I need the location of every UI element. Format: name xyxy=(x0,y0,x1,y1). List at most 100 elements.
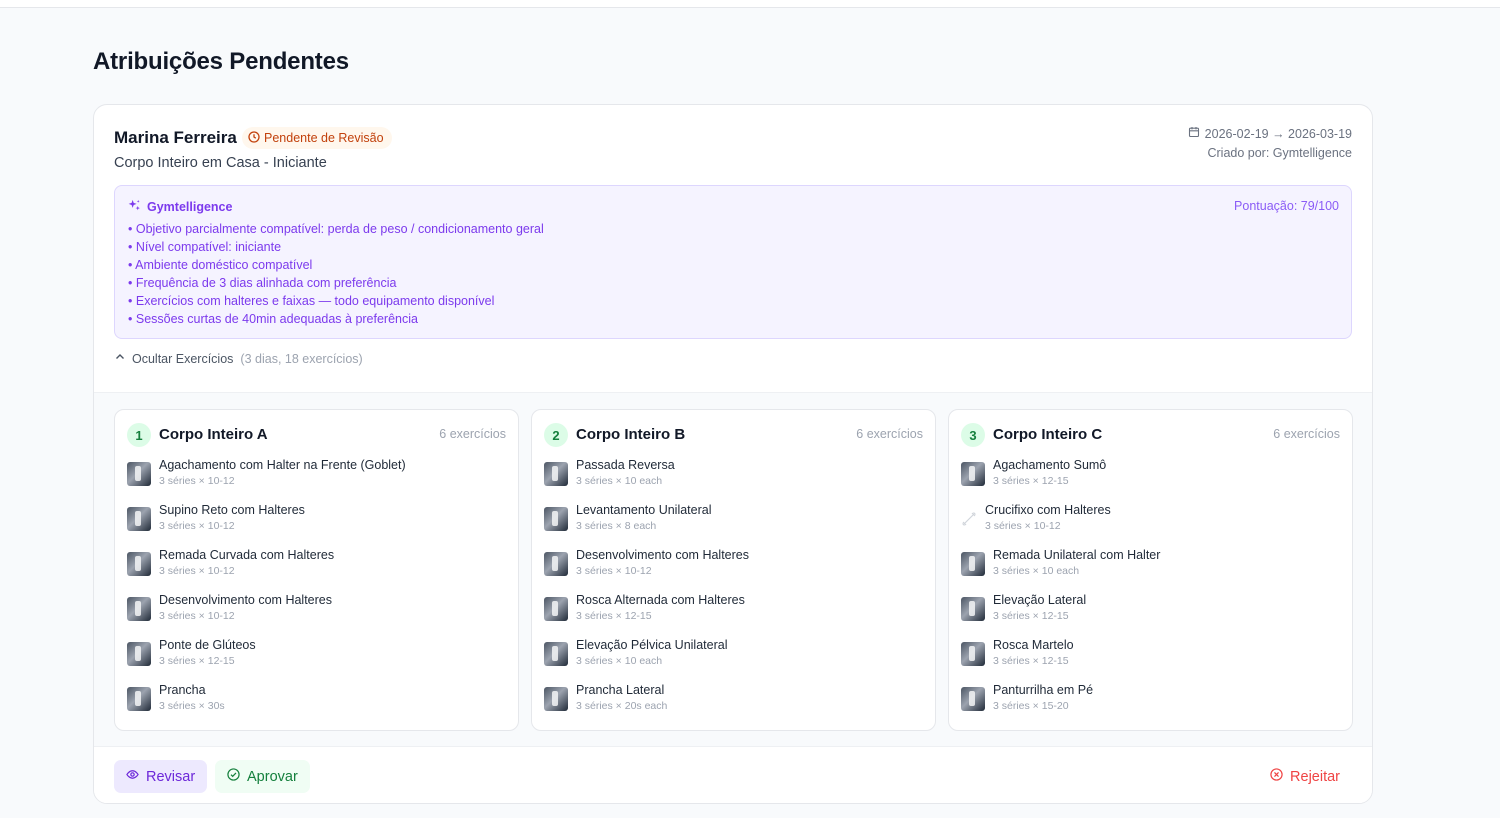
exercise-name: Remada Curvada com Halteres xyxy=(159,548,335,562)
exercise-item: Agachamento com Halter na Frente (Goblet… xyxy=(127,458,507,494)
exercise-item: Passada Reversa 3 séries × 10 each xyxy=(544,458,924,494)
exercise-name: Elevação Pélvica Unilateral xyxy=(576,638,728,652)
status-label: Pendente de Revisão xyxy=(264,131,384,145)
exercise-name: Desenvolvimento com Halteres xyxy=(159,593,332,607)
plan-name: Corpo Inteiro em Casa - Iniciante xyxy=(114,155,327,171)
exercise-thumbnail xyxy=(127,642,151,666)
exercise-name: Desenvolvimento com Halteres xyxy=(576,548,749,562)
status-badge: Pendente de Revisão xyxy=(242,127,392,149)
exercise-item: Levantamento Unilateral 3 séries × 8 each xyxy=(544,503,924,539)
check-circle-icon xyxy=(227,768,240,785)
clock-icon xyxy=(248,130,260,146)
day-card: 2 Corpo Inteiro B 6 exercícios Passada R… xyxy=(531,409,936,731)
exercise-sets: 3 séries × 12-15 xyxy=(159,655,235,667)
day-exercise-count: 6 exercícios xyxy=(856,427,923,441)
client-name: Marina Ferreira xyxy=(114,128,237,147)
exercise-name: Levantamento Unilateral xyxy=(576,503,712,517)
exercise-item: Supino Reto com Halteres 3 séries × 10-12 xyxy=(127,503,507,539)
sparkles-icon xyxy=(128,199,141,215)
approve-label: Aprovar xyxy=(247,768,298,785)
exercise-name: Supino Reto com Halteres xyxy=(159,503,305,517)
ai-header: Gymtelligence xyxy=(128,199,232,215)
exercise-thumbnail xyxy=(544,687,568,711)
exercise-name: Agachamento com Halter na Frente (Goblet… xyxy=(159,458,406,472)
exercise-thumbnail xyxy=(544,507,568,531)
exercise-sets: 3 séries × 10 each xyxy=(576,655,663,667)
exercise-name: Passada Reversa xyxy=(576,458,675,472)
exercise-item: Elevação Lateral 3 séries × 12-15 xyxy=(961,593,1341,629)
exercise-item: Remada Curvada com Halteres 3 séries × 10… xyxy=(127,548,507,584)
day-title: Corpo Inteiro C xyxy=(993,426,1103,443)
x-circle-icon xyxy=(1270,768,1283,785)
exercise-sets: 3 séries × 10-12 xyxy=(159,520,235,532)
exercise-name: Crucifixo com Halteres xyxy=(985,503,1111,517)
date-range-text: 2026-02-19 → 2026-03-19 xyxy=(1204,126,1352,141)
day-number: 3 xyxy=(961,423,985,447)
exercise-item: Prancha 3 séries × 30s xyxy=(127,683,507,719)
day-title: Corpo Inteiro B xyxy=(576,426,686,443)
exercise-name: Prancha xyxy=(159,683,206,697)
eye-icon xyxy=(126,768,139,785)
exercise-sets: 3 séries × 12-15 xyxy=(993,655,1069,667)
day-number: 1 xyxy=(127,423,151,447)
exercise-item: Desenvolvimento com Halteres 3 séries × 1… xyxy=(544,548,924,584)
ai-score: Pontuação: 79/100 xyxy=(1234,199,1339,213)
date-range: 2026-02-19 → 2026-03-19 xyxy=(1188,126,1352,141)
reject-button[interactable]: Rejeitar xyxy=(1258,760,1352,793)
exercise-thumbnail xyxy=(544,552,568,576)
dumbbell-icon xyxy=(961,507,985,531)
exercise-name: Agachamento Sumô xyxy=(993,458,1107,472)
exercise-name: Remada Unilateral com Halter xyxy=(993,548,1161,562)
exercise-thumbnail xyxy=(127,597,151,621)
exercise-sets: 3 séries × 12-15 xyxy=(993,475,1069,487)
exercise-name: Ponte de Glúteos xyxy=(159,638,256,652)
ai-notes-list: Objetivo parcialmente compatível: perda … xyxy=(128,220,544,328)
exercise-item: Prancha Lateral 3 séries × 20s each xyxy=(544,683,924,719)
day-exercise-count: 6 exercícios xyxy=(439,427,506,441)
exercise-sets: 3 séries × 10 each xyxy=(576,475,663,487)
exercise-thumbnail xyxy=(127,552,151,576)
exercise-sets: 3 séries × 10-12 xyxy=(576,565,652,577)
exercise-sets: 3 séries × 12-15 xyxy=(576,610,652,622)
exercise-name: Elevação Lateral xyxy=(993,593,1087,607)
exercise-thumbnail xyxy=(961,462,985,486)
assignment-header: Marina Ferreira Pendente de Revisão Corp… xyxy=(94,105,1372,392)
exercise-item: Panturrilha em Pé 3 séries × 15-20 xyxy=(961,683,1341,719)
top-bar xyxy=(0,0,1500,8)
toggle-label: Ocultar Exercícios xyxy=(132,351,234,366)
exercise-sets: 3 séries × 30s xyxy=(159,700,225,712)
approve-button[interactable]: Aprovar xyxy=(215,760,310,793)
chevron-up-icon xyxy=(114,351,126,366)
reject-label: Rejeitar xyxy=(1290,768,1340,785)
ai-note: Ambiente doméstico compatível xyxy=(128,256,544,274)
ai-note: Exercícios com halteres e faixas — todo … xyxy=(128,292,544,310)
exercise-item: Ponte de Glúteos 3 séries × 12-15 xyxy=(127,638,507,674)
exercise-thumbnail xyxy=(961,687,985,711)
exercise-thumbnail xyxy=(544,642,568,666)
ai-note: Nível compatível: iniciante xyxy=(128,238,544,256)
exercise-sets: 3 séries × 8 each xyxy=(576,520,657,532)
exercise-item: Remada Unilateral com Halter 3 séries × 1… xyxy=(961,548,1341,584)
assignment-card: Marina Ferreira Pendente de Revisão Corp… xyxy=(93,104,1373,804)
exercise-item: Elevação Pélvica Unilateral 3 séries × 10… xyxy=(544,638,924,674)
exercise-sets: 3 séries × 15-20 xyxy=(993,700,1069,712)
exercise-sets: 3 séries × 10-12 xyxy=(159,610,235,622)
exercise-sets: 3 séries × 10-12 xyxy=(159,475,235,487)
exercise-thumbnail xyxy=(127,507,151,531)
ai-note: Objetivo parcialmente compatível: perda … xyxy=(128,220,544,238)
review-button[interactable]: Revisar xyxy=(114,760,208,793)
day-number: 2 xyxy=(544,423,568,447)
exercise-sets: 3 séries × 10 each xyxy=(993,565,1080,577)
exercise-item: Rosca Alternada com Halteres 3 séries × 1… xyxy=(544,593,924,629)
ai-analysis-box: Gymtelligence Pontuação: 79/100 Objetivo… xyxy=(114,185,1352,339)
day-card: 3 Corpo Inteiro C 6 exercícios Agachamen… xyxy=(948,409,1353,731)
exercise-name: Panturrilha em Pé xyxy=(993,683,1094,697)
exercise-sets: 3 séries × 10-12 xyxy=(985,520,1061,532)
exercise-thumbnail xyxy=(961,642,985,666)
exercise-item: Desenvolvimento com Halteres 3 séries × 1… xyxy=(127,593,507,629)
day-card: 1 Corpo Inteiro A 6 exercícios Agachamen… xyxy=(114,409,519,731)
toggle-exercises-button[interactable]: Ocultar Exercícios (3 dias, 18 exercício… xyxy=(114,351,363,366)
calendar-icon xyxy=(1188,126,1200,141)
review-label: Revisar xyxy=(146,768,196,785)
page-title: Atribuições Pendentes xyxy=(93,48,349,75)
